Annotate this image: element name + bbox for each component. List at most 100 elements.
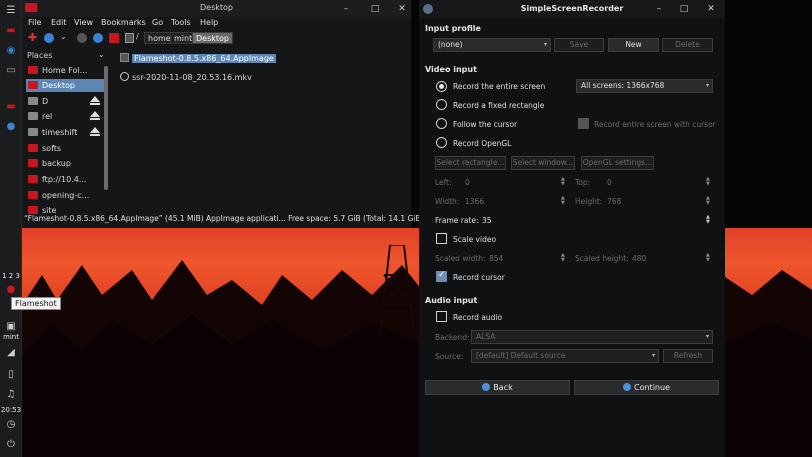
follow-cursor-radio[interactable] <box>436 118 447 129</box>
continue-button[interactable]: Continue <box>574 380 719 395</box>
place-site[interactable]: site <box>26 204 106 214</box>
place-ftp[interactable]: ftp://10.4... <box>26 173 106 186</box>
scaled-width-spinner-icon[interactable]: ▲ ▼ <box>561 253 565 263</box>
chevron-down-icon: ▾ <box>705 82 709 89</box>
refresh-button[interactable]: Refresh <box>663 349 713 363</box>
close-icon[interactable]: ✕ <box>705 3 717 15</box>
places-dropdown-icon[interactable]: ⌄ <box>98 50 105 59</box>
drive-icon <box>28 112 38 120</box>
menu-file[interactable]: File <box>28 18 41 27</box>
record-audio-checkbox[interactable] <box>436 311 447 322</box>
profile-select[interactable]: (none) ▾ <box>433 38 551 52</box>
new-profile-button[interactable]: New <box>608 38 659 52</box>
backend-label: Backend: <box>435 333 470 342</box>
left-spinner-icon[interactable]: ▲ ▼ <box>561 177 565 187</box>
fm-titlebar[interactable]: Desktop – □ ✕ <box>22 0 411 17</box>
width-value[interactable]: 1366 <box>465 197 484 206</box>
recorder-icon[interactable]: ● <box>3 120 19 134</box>
eject-icon[interactable] <box>89 111 101 120</box>
crumb-desktop[interactable]: Desktop <box>192 32 233 44</box>
opengl-settings-button[interactable]: OpenGL settings... <box>581 156 654 170</box>
battery-icon[interactable]: ▯ <box>3 368 19 382</box>
maximize-icon[interactable]: □ <box>369 3 381 15</box>
scaled-height-label: Scaled height: <box>575 254 629 263</box>
forward-icon[interactable] <box>77 33 87 43</box>
terminal-icon[interactable]: ▭ <box>3 64 19 78</box>
record-cursor-checkbox[interactable] <box>436 270 447 282</box>
back-button[interactable]: Back <box>425 380 570 395</box>
top-spinner-icon[interactable]: ▲ ▼ <box>706 177 710 187</box>
eject-icon[interactable] <box>89 127 101 136</box>
home-icon[interactable] <box>109 33 119 43</box>
minimize-icon[interactable]: – <box>340 3 352 15</box>
back-icon[interactable] <box>44 33 54 43</box>
folder-icon <box>28 206 38 214</box>
width-spinner-icon[interactable]: ▲ ▼ <box>561 196 565 206</box>
frame-rate-spinner-icon[interactable]: ▲ ▼ <box>706 215 710 225</box>
height-value[interactable]: 768 <box>607 197 621 206</box>
select-rectangle-button[interactable]: Select rectangle... <box>435 156 506 170</box>
record-fixed-rect-radio[interactable] <box>436 99 447 110</box>
place-softs[interactable]: softs <box>26 142 106 155</box>
maximize-icon[interactable]: □ <box>678 3 690 15</box>
clock[interactable]: 20:53 <box>0 406 22 414</box>
scale-video-checkbox[interactable] <box>436 233 447 244</box>
app-launcher-icon[interactable]: ◉ <box>3 44 19 58</box>
record-entire-screen-radio[interactable] <box>436 81 447 92</box>
place-backup[interactable]: backup <box>26 157 106 170</box>
left-value[interactable]: 0 <box>465 178 470 187</box>
screen-select[interactable]: All screens: 1366x768 ▾ <box>576 79 713 93</box>
network-icon[interactable]: ◢ <box>3 346 19 360</box>
backend-select[interactable]: ALSA ▾ <box>471 330 713 344</box>
ssr-window: SimpleScreenRecorder – □ ✕ Input profile… <box>419 0 725 457</box>
menu-icon[interactable]: ☰ <box>3 4 19 18</box>
frame-rate-value[interactable]: 35 <box>482 216 492 225</box>
menu-go[interactable]: Go <box>152 18 163 27</box>
flameshot-icon[interactable]: ● <box>3 283 19 297</box>
new-tab-icon[interactable]: ✚ <box>28 32 37 44</box>
scaled-width-value[interactable]: 854 <box>489 254 503 263</box>
file-manager-window: Desktop – □ ✕ File Edit View Bookmarks G… <box>22 0 423 228</box>
select-window-button[interactable]: Select window... <box>511 156 575 170</box>
workspace-switcher[interactable]: 1 2 3 <box>0 272 22 280</box>
height-label: Height: <box>575 197 603 206</box>
forward-arrow-icon <box>623 383 631 391</box>
close-icon[interactable]: ✕ <box>396 3 408 15</box>
ssr-titlebar[interactable]: SimpleScreenRecorder – □ ✕ <box>419 0 725 18</box>
menu-tools[interactable]: Tools <box>171 18 191 27</box>
menu-edit[interactable]: Edit <box>51 18 67 27</box>
save-profile-button[interactable]: Save <box>554 38 604 52</box>
scaled-height-value[interactable]: 480 <box>632 254 646 263</box>
power-icon[interactable]: ⏻ <box>3 438 19 452</box>
file-item[interactable]: Flameshot-0.8.5.x86_64.AppImage <box>120 53 276 64</box>
eject-icon[interactable] <box>89 96 101 105</box>
clock-icon[interactable]: ◷ <box>3 418 19 432</box>
folder-icon-2[interactable]: ▬ <box>3 100 19 114</box>
history-dropdown-icon[interactable]: ⌄ <box>60 32 67 41</box>
folder-icon[interactable]: ▬ <box>3 24 19 38</box>
top-value[interactable]: 0 <box>607 178 612 187</box>
record-cursor-label: Record cursor <box>453 273 505 282</box>
drive-icon <box>28 128 38 136</box>
volume-icon[interactable]: ♫ <box>3 388 19 402</box>
minimize-icon[interactable]: – <box>653 3 665 15</box>
user-icon[interactable]: ▣ <box>3 320 19 334</box>
place-desktop[interactable]: Desktop <box>26 79 106 92</box>
delete-profile-button[interactable]: Delete <box>662 38 713 52</box>
record-entire-screen-label: Record the entire screen <box>453 82 546 91</box>
record-opengl-radio[interactable] <box>436 137 447 148</box>
record-entire-with-cursor-checkbox[interactable] <box>578 118 589 129</box>
menu-bookmarks[interactable]: Bookmarks <box>101 18 146 27</box>
places-scrollbar[interactable] <box>104 66 108 190</box>
place-home[interactable]: Home Fol... <box>26 64 106 77</box>
place-opening[interactable]: opening-c... <box>26 189 106 202</box>
menu-view[interactable]: View <box>74 18 93 27</box>
menu-help[interactable]: Help <box>200 18 218 27</box>
scaled-height-spinner-icon[interactable]: ▲ ▼ <box>706 253 710 263</box>
source-select[interactable]: [default] Default source ▾ <box>471 349 659 363</box>
drive-icon[interactable] <box>125 33 134 43</box>
places-header[interactable]: Places <box>27 51 52 60</box>
file-item[interactable]: ssr-2020-11-08_20.53.16.mkv <box>120 72 252 83</box>
height-spinner-icon[interactable]: ▲ ▼ <box>706 196 710 206</box>
up-icon[interactable] <box>93 33 103 43</box>
